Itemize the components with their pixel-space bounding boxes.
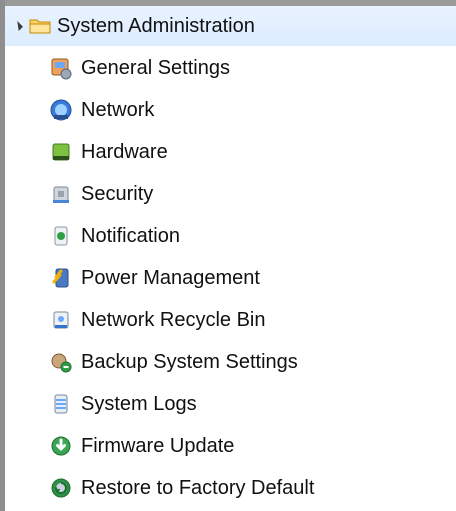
tree-item-label: Network xyxy=(81,98,155,121)
tree-item-label: Firmware Update xyxy=(81,434,235,457)
hardware-icon xyxy=(52,143,70,161)
settings-tree-panel: System Administration General Settings N… xyxy=(0,0,456,511)
security-icon xyxy=(53,186,69,203)
restore-icon xyxy=(51,478,71,498)
settings-icon xyxy=(51,58,72,80)
folder-icon xyxy=(29,19,51,34)
tree-item-security[interactable]: Security xyxy=(5,173,456,215)
tree-item-backup-system-settings[interactable]: Backup System Settings xyxy=(5,341,456,383)
tree-children: General Settings Network Hardware Securi… xyxy=(5,47,456,509)
tree-item-system-logs[interactable]: System Logs xyxy=(5,383,456,425)
firmware-icon xyxy=(51,436,71,456)
tree-item-label: Restore to Factory Default xyxy=(81,476,315,499)
tree-root-system-administration[interactable]: System Administration xyxy=(5,6,456,46)
tree-item-label: Network Recycle Bin xyxy=(81,308,266,331)
tree-item-network[interactable]: Network xyxy=(5,89,456,131)
tree-item-label: Notification xyxy=(81,224,180,247)
tree-item-hardware[interactable]: Hardware xyxy=(5,131,456,173)
tree-item-power-management[interactable]: Power Management xyxy=(5,257,456,299)
tree-item-label: Power Management xyxy=(81,266,260,289)
backup-icon xyxy=(51,353,72,373)
tree-item-label: Security xyxy=(81,182,154,205)
tree-item-network-recycle-bin[interactable]: Network Recycle Bin xyxy=(5,299,456,341)
tree-item-label: System Logs xyxy=(81,392,197,415)
logs-icon xyxy=(54,394,68,414)
tree-item-firmware-update[interactable]: Firmware Update xyxy=(5,425,456,467)
tree-view: System Administration General Settings N… xyxy=(5,6,456,509)
recycle-bin-icon xyxy=(53,311,69,329)
tree-item-restore-factory-default[interactable]: Restore to Factory Default xyxy=(5,467,456,509)
tree-item-label: General Settings xyxy=(81,56,230,79)
tree-item-notification[interactable]: Notification xyxy=(5,215,456,257)
tree-item-label: Hardware xyxy=(81,140,168,163)
notification-icon xyxy=(54,226,68,246)
network-icon xyxy=(50,99,72,121)
expand-collapse-icon[interactable] xyxy=(13,21,23,31)
tree-item-general-settings[interactable]: General Settings xyxy=(5,47,456,89)
tree-root-label: System Administration xyxy=(57,14,255,37)
tree-item-label: Backup System Settings xyxy=(81,350,298,373)
power-icon xyxy=(52,268,69,288)
